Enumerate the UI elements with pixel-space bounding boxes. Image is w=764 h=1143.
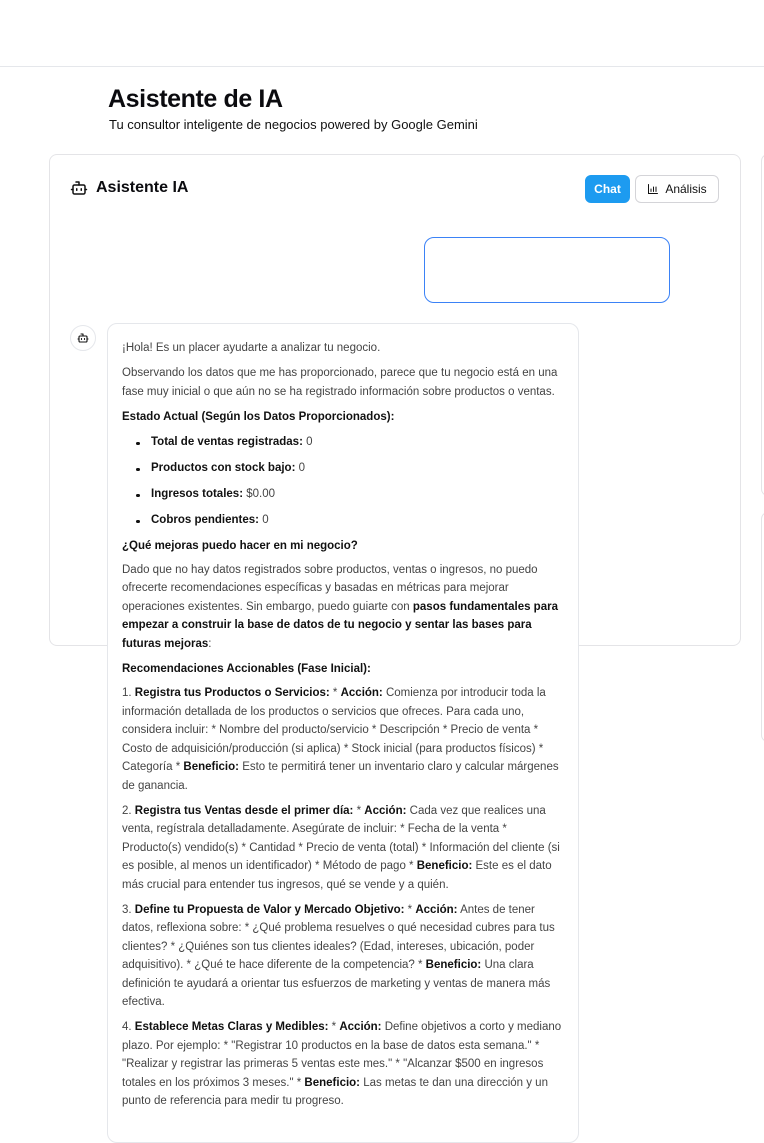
tab-chat[interactable]: Chat — [585, 175, 630, 203]
tab-analysis-label: Análisis — [665, 182, 707, 196]
bar-chart-icon — [648, 184, 659, 194]
recommendations-heading: Recomendaciones Accionables (Fase Inicia… — [122, 663, 371, 676]
recommendation-item: 2. Registra tus Ventas desde el primer d… — [122, 804, 560, 891]
intro-text: Observando los datos que me has proporci… — [122, 367, 558, 398]
assistant-avatar — [70, 325, 96, 351]
list-item: Ingresos totales: $0.00 — [136, 485, 564, 503]
list-item: Productos con stock bajo: 0 — [136, 459, 564, 477]
stats-list: Total de ventas registradas: 0 Productos… — [122, 433, 564, 529]
list-item: Total de ventas registradas: 0 — [136, 433, 564, 451]
list-item: Cobros pendientes: 0 — [136, 511, 564, 529]
question-heading: ¿Qué mejoras puedo hacer en mi negocio? — [122, 539, 358, 552]
user-message-bubble — [424, 237, 670, 303]
top-bar — [0, 0, 764, 67]
panel-title: Asistente IA — [96, 179, 189, 196]
question-paragraph: Dado que no hay datos registrados sobre … — [122, 564, 558, 650]
panel-header: Asistente IA — [70, 179, 188, 197]
greeting-text: ¡Hola! Es un placer ayudarte a analizar … — [122, 342, 381, 354]
recommendation-item: 3. Define tu Propuesta de Valor y Mercad… — [122, 903, 555, 1008]
tab-analysis[interactable]: Análisis — [635, 175, 719, 203]
recommendation-item: 1. Registra tus Productos o Servicios: *… — [122, 687, 559, 792]
bot-icon — [77, 333, 89, 343]
status-heading: Estado Actual (Según los Datos Proporcio… — [122, 411, 395, 424]
bot-icon — [70, 179, 88, 197]
page-title: Asistente de IA — [108, 85, 283, 113]
assistant-message-bubble: ¡Hola! Es un placer ayudarte a analizar … — [107, 323, 579, 1143]
recommendation-item: 4. Establece Metas Claras y Medibles: * … — [122, 1021, 562, 1107]
page-subtitle: Tu consultor inteligente de negocios pow… — [109, 117, 478, 132]
